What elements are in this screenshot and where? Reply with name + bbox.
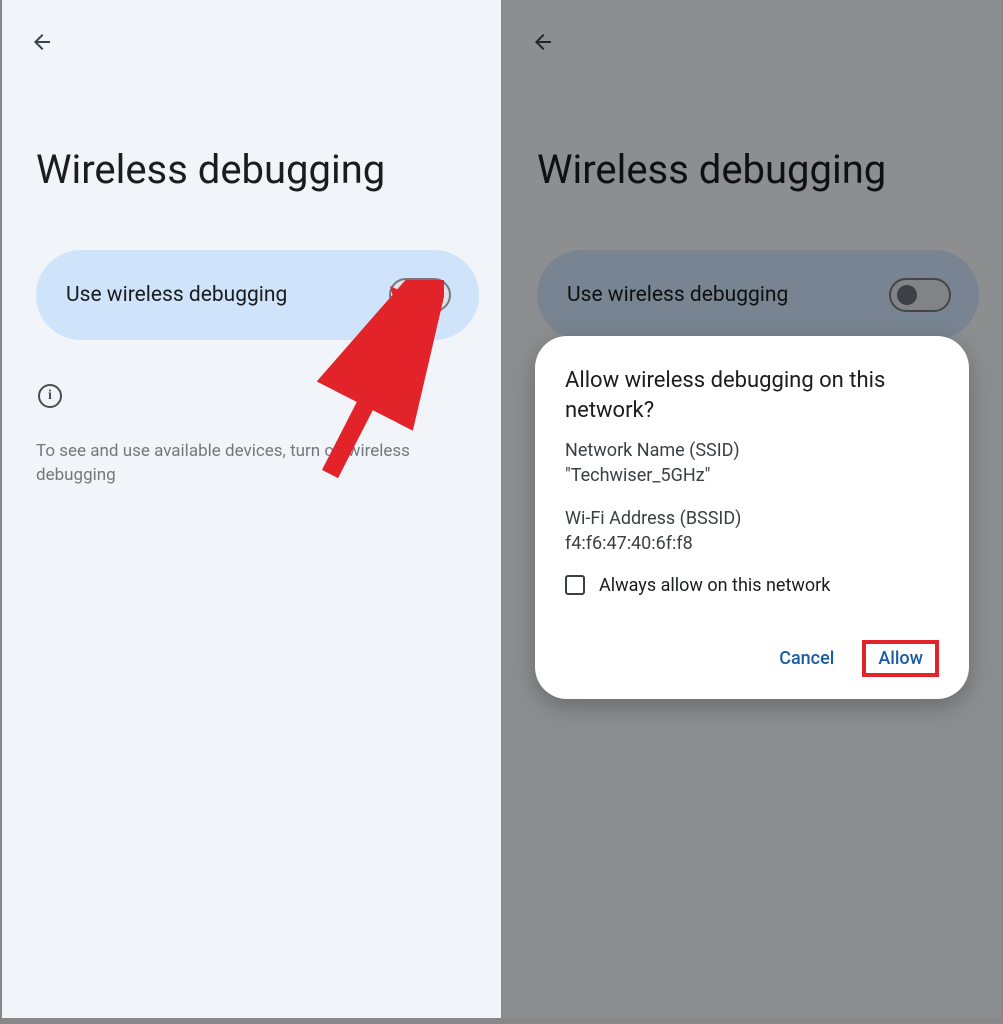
info-row: i bbox=[38, 384, 62, 408]
always-allow-label: Always allow on this network bbox=[599, 575, 830, 596]
dialog-actions: Cancel Allow bbox=[565, 640, 939, 677]
bssid-value: f4:f6:47:40:6f:f8 bbox=[565, 532, 939, 557]
arrow-back-icon bbox=[30, 30, 54, 54]
back-button[interactable] bbox=[24, 24, 60, 60]
page-title: Wireless debugging bbox=[36, 146, 385, 193]
dialog-ssid: Network Name (SSID) "Techwiser_5GHz" bbox=[565, 439, 939, 489]
allow-button[interactable]: Allow bbox=[862, 640, 939, 677]
cancel-button[interactable]: Cancel bbox=[769, 640, 844, 677]
wireless-debug-toggle[interactable] bbox=[389, 278, 451, 312]
ssid-value: "Techwiser_5GHz" bbox=[565, 464, 939, 489]
dialog-title: Allow wireless debugging on this network… bbox=[565, 366, 939, 425]
screen-left: Wireless debugging Use wireless debuggin… bbox=[0, 0, 503, 1024]
wireless-debug-toggle-row[interactable]: Use wireless debugging bbox=[36, 250, 479, 340]
dialog-bssid: Wi-Fi Address (BSSID) f4:f6:47:40:6f:f8 bbox=[565, 507, 939, 557]
toggle-label: Use wireless debugging bbox=[66, 283, 287, 307]
screen-right: Wireless debugging Use wireless debuggin… bbox=[503, 0, 1003, 1024]
ssid-label: Network Name (SSID) bbox=[565, 439, 939, 464]
help-text: To see and use available devices, turn o… bbox=[36, 440, 461, 488]
bssid-label: Wi-Fi Address (BSSID) bbox=[565, 507, 939, 532]
always-allow-row[interactable]: Always allow on this network bbox=[565, 575, 939, 596]
always-allow-checkbox[interactable] bbox=[565, 575, 585, 595]
allow-debug-dialog: Allow wireless debugging on this network… bbox=[535, 336, 969, 699]
toggle-handle bbox=[397, 285, 417, 305]
info-icon: i bbox=[38, 384, 62, 408]
